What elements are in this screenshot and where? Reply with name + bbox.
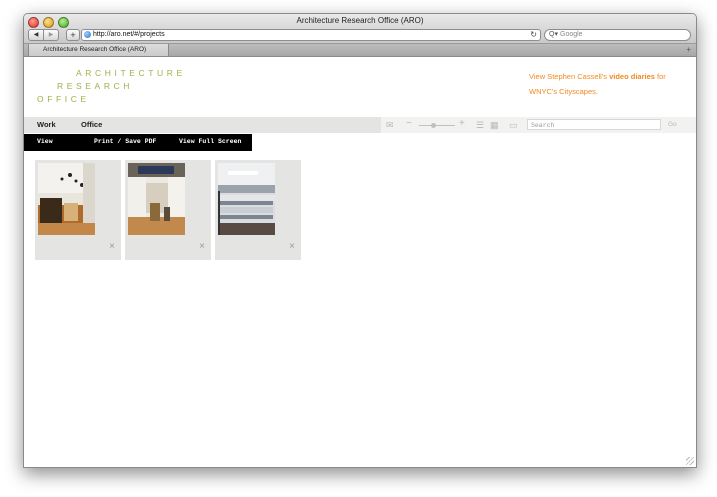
zoom-slider-handle[interactable]	[431, 123, 436, 128]
subnav-fullscreen[interactable]: View Full Screen	[179, 134, 241, 149]
forward-button[interactable]: ▶	[44, 29, 59, 41]
remove-card-icon[interactable]: ×	[199, 242, 205, 252]
back-button[interactable]: ◀	[28, 29, 44, 41]
logo-line-office[interactable]: OFFICE	[37, 94, 90, 104]
add-bookmark-button[interactable]: +	[66, 29, 80, 41]
grid-view-icon[interactable]: ▦	[490, 120, 499, 130]
title-bar: Architecture Research Office (ARO) ◀ ▶ +…	[24, 14, 696, 44]
site-search-input[interactable]: Search	[527, 119, 661, 130]
nav-work[interactable]: Work	[37, 117, 56, 133]
video-icon[interactable]: ▭	[509, 120, 518, 130]
zoom-out-icon[interactable]: −	[406, 119, 412, 129]
project-thumbnail[interactable]	[128, 163, 185, 235]
resize-handle-icon[interactable]	[686, 457, 694, 465]
history-buttons: ◀ ▶	[28, 29, 59, 41]
page-content: ARCHITECTURE RESEARCH OFFICE View Stephe…	[24, 57, 696, 467]
subnav-print[interactable]: Print / Save PDF	[94, 134, 156, 149]
project-card[interactable]: ×	[125, 160, 211, 260]
browser-window: Architecture Research Office (ARO) ◀ ▶ +…	[23, 13, 697, 468]
search-icon: Q▾	[549, 31, 558, 38]
zoom-in-icon[interactable]: +	[459, 119, 465, 129]
back-arrow-icon: ◀	[33, 32, 39, 38]
zoom-slider[interactable]	[419, 125, 455, 126]
window-title: Architecture Research Office (ARO)	[296, 16, 424, 25]
new-tab-icon[interactable]: +	[686, 44, 691, 56]
tab-strip: Architecture Research Office (ARO) +	[24, 44, 696, 57]
url-text[interactable]: http://aro.net/#/projects	[93, 30, 165, 40]
plus-icon: +	[70, 30, 76, 40]
video-diaries-link[interactable]: video diaries	[609, 72, 655, 81]
remove-card-icon[interactable]: ×	[109, 242, 115, 252]
email-icon[interactable]: ✉	[386, 120, 394, 130]
logo-line-architecture[interactable]: ARCHITECTURE	[76, 68, 186, 78]
forward-arrow-icon: ▶	[48, 32, 54, 38]
nav-office[interactable]: Office	[81, 117, 102, 133]
tab-aro[interactable]: Architecture Research Office (ARO)	[28, 44, 169, 56]
logo-line-research[interactable]: RESEARCH	[57, 81, 133, 91]
address-bar[interactable]: http://aro.net/#/projects ↻	[81, 29, 541, 41]
globe-icon	[84, 31, 91, 38]
subnav-view[interactable]: View	[37, 134, 53, 149]
browser-search-placeholder: Google	[560, 31, 583, 38]
sub-nav: View Print / Save PDF View Full Screen	[24, 134, 252, 151]
project-thumbnail[interactable]	[218, 163, 275, 235]
promo-middle: for	[654, 72, 666, 81]
project-thumbnail[interactable]	[38, 163, 95, 235]
go-button[interactable]: Go	[668, 117, 677, 133]
promo-text: View Stephen Cassell's video diaries for…	[529, 69, 691, 99]
promo-prefix: View Stephen Cassell's	[529, 72, 610, 81]
view-toolbar: ✉ − + ☰ ▦ ▭ Search Go	[381, 117, 696, 133]
browser-search-field[interactable]: Q▾ Google	[544, 29, 691, 41]
project-card[interactable]: ×	[215, 160, 301, 260]
project-card[interactable]: ×	[35, 160, 121, 260]
main-nav: Work Office ✉ − + ☰ ▦ ▭ Search Go	[24, 117, 696, 133]
remove-card-icon[interactable]: ×	[289, 242, 295, 252]
reload-icon[interactable]: ↻	[530, 30, 537, 40]
list-view-icon[interactable]: ☰	[476, 120, 484, 130]
promo-suffix: WNYC's Cityscapes.	[529, 87, 598, 96]
